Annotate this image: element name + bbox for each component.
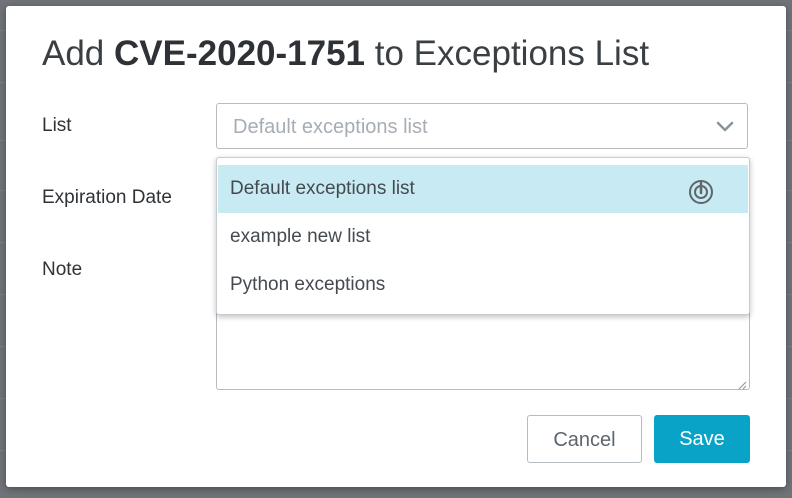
title-suffix: to Exceptions List	[374, 34, 650, 73]
list-label: List	[42, 115, 72, 136]
option-label: example new list	[230, 226, 371, 247]
list-select-value: Default exceptions list	[233, 116, 428, 138]
save-button[interactable]: Save	[654, 415, 750, 463]
note-textarea[interactable]	[216, 306, 750, 390]
dropdown-option-example-new-list[interactable]: example new list	[218, 213, 748, 261]
title-prefix: Add	[42, 34, 105, 73]
list-dropdown-menu: Default exceptions list example new list…	[216, 157, 750, 315]
option-label: Default exceptions list	[230, 178, 415, 199]
dropdown-option-python-exceptions[interactable]: Python exceptions	[218, 261, 748, 309]
add-exception-dialog: Add CVE-2020-1751 to Exceptions List Lis…	[6, 6, 786, 487]
cancel-button[interactable]: Cancel	[527, 415, 642, 463]
note-label: Note	[42, 259, 83, 280]
expiration-date-label: Expiration Date	[42, 187, 172, 208]
chevron-down-icon[interactable]	[715, 117, 735, 137]
dialog-title: Add CVE-2020-1751 to Exceptions List	[42, 34, 649, 74]
pointer-click-icon	[688, 176, 714, 204]
list-select[interactable]: Default exceptions list	[216, 103, 748, 149]
resize-handle-icon[interactable]	[737, 377, 747, 390]
title-cve-id: CVE-2020-1751	[114, 34, 366, 73]
option-label: Python exceptions	[230, 274, 386, 295]
dropdown-option-default[interactable]: Default exceptions list	[218, 165, 748, 213]
